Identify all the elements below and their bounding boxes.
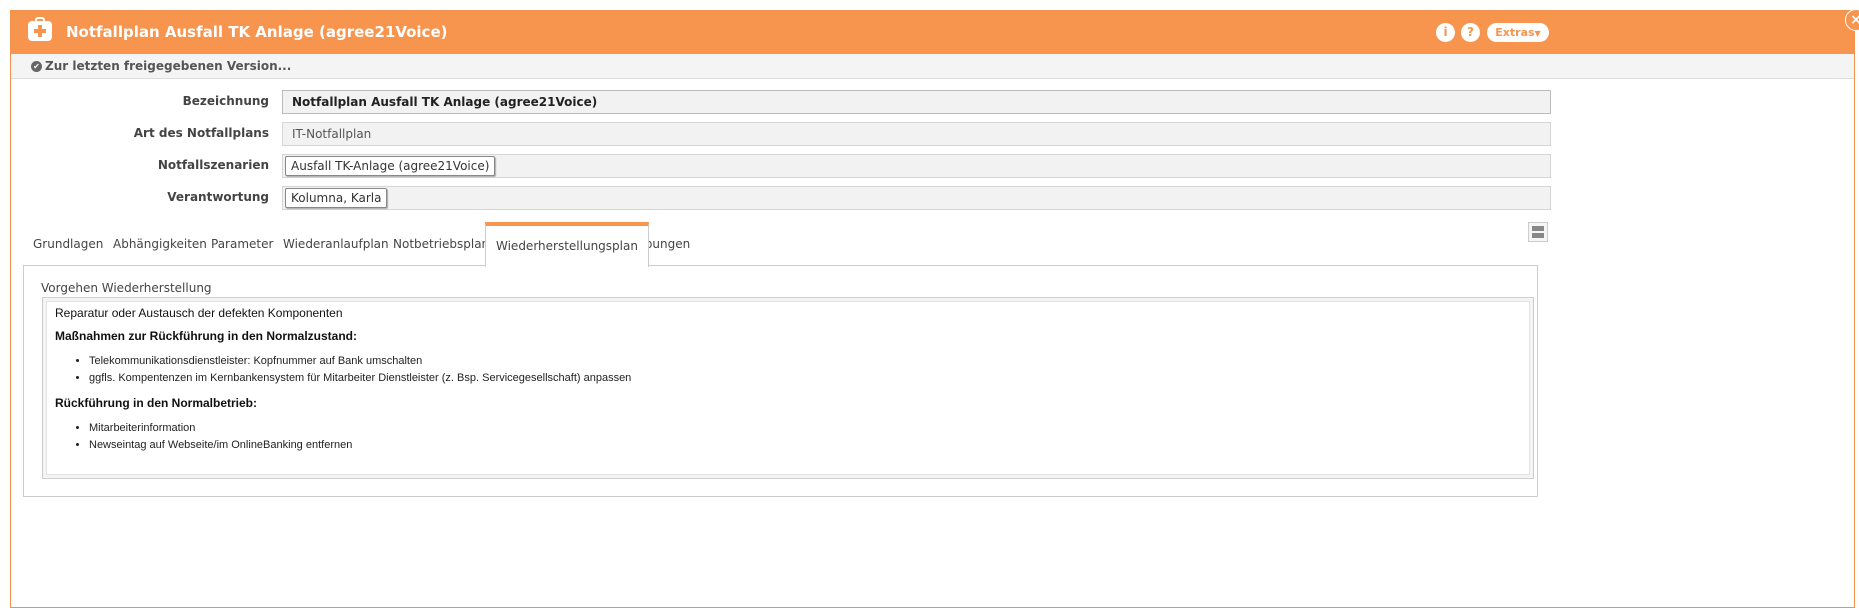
form-row-bezeichnung: Bezeichnung Notfallplan Ausfall TK Anlag… — [11, 90, 1854, 114]
bezeichnung-field[interactable]: Notfallplan Ausfall TK Anlage (agree21Vo… — [282, 90, 1551, 114]
wiederherstellungsplan-panel: Vorgehen Wiederherstellung Reparatur ode… — [23, 265, 1538, 497]
layout-toggle-icon[interactable] — [1528, 222, 1548, 242]
list-item: ggfls. Kompentenzen im Kernbankensystem … — [89, 370, 1521, 387]
bezeichnung-label: Bezeichnung — [182, 94, 269, 108]
verantwortung-label: Verantwortung — [167, 190, 269, 204]
tab-grundlagen[interactable]: Grundlagen — [23, 222, 113, 266]
tab-wiederherstellungsplan[interactable]: Wiederherstellungsplan — [485, 222, 649, 267]
last-released-version-link[interactable]: Zur letzten freigegebenen Version... — [45, 54, 291, 79]
list-item: Mitarbeiterinformation — [89, 420, 1521, 437]
vorgehen-editor[interactable]: Reparatur oder Austausch der defekten Ko… — [42, 297, 1534, 479]
first-aid-kit-icon — [28, 17, 52, 41]
form-row-verantwortung: Verantwortung Kolumna, Karla — [11, 186, 1854, 210]
tab-notbetriebsplan[interactable]: Notbetriebsplan — [383, 222, 499, 266]
version-bar: ✔ Zur letzten freigegebenen Version... — [11, 54, 1854, 79]
notfallplan-window: Notfallplan Ausfall TK Anlage (agree21Vo… — [10, 9, 1859, 608]
verantwortung-tag[interactable]: Kolumna, Karla — [285, 188, 388, 208]
extras-button[interactable]: Extras▼ — [1487, 23, 1549, 42]
szenarien-field[interactable]: Ausfall TK-Anlage (agree21Voice) — [282, 154, 1551, 178]
info-icon[interactable]: i — [1436, 23, 1455, 42]
szenario-tag[interactable]: Ausfall TK-Anlage (agree21Voice) — [285, 156, 496, 176]
art-field[interactable]: IT-Notfallplan — [282, 122, 1551, 146]
vorgehen-label: Vorgehen Wiederherstellung — [41, 281, 212, 295]
title-bar: Notfallplan Ausfall TK Anlage (agree21Vo… — [11, 11, 1854, 54]
heading-normalbetrieb: Rückführung in den Normalbetrieb: — [55, 396, 258, 410]
verantwortung-field[interactable]: Kolumna, Karla — [282, 186, 1551, 210]
caret-down-icon: ▼ — [1534, 29, 1541, 38]
szenarien-label: Notfallszenarien — [157, 158, 269, 172]
intro-text: Reparatur oder Austausch der defekten Ko… — [55, 306, 343, 320]
heading-normalzustand: Maßnahmen zur Rückführung in den Normalz… — [55, 329, 358, 343]
window-title: Notfallplan Ausfall TK Anlage (agree21Vo… — [66, 23, 448, 41]
form-row-szenarien: Notfallszenarien Ausfall TK-Anlage (agre… — [11, 154, 1854, 178]
help-icon[interactable]: ? — [1461, 23, 1480, 42]
list-normalbetrieb: Mitarbeiterinformation Newseintag auf We… — [55, 420, 1521, 454]
list-item: Telekommunikationsdienstleister: Kopfnum… — [89, 353, 1521, 370]
tab-parameter[interactable]: Parameter — [201, 222, 283, 266]
tab-wiederanlaufplan[interactable]: Wiederanlaufplan — [273, 222, 399, 266]
editor-content[interactable]: Reparatur oder Austausch der defekten Ko… — [46, 301, 1530, 475]
form-row-art: Art des Notfallplans IT-Notfallplan — [11, 122, 1854, 146]
tab-abhaengigkeiten[interactable]: Abhängigkeiten — [103, 222, 217, 266]
list-normalzustand: Telekommunikationsdienstleister: Kopfnum… — [55, 353, 1521, 387]
extras-label: Extras — [1495, 26, 1535, 39]
art-label: Art des Notfallplans — [133, 126, 269, 140]
list-item: Newseintag auf Webseite/im OnlineBanking… — [89, 437, 1521, 454]
check-circle-icon: ✔ — [31, 61, 42, 72]
